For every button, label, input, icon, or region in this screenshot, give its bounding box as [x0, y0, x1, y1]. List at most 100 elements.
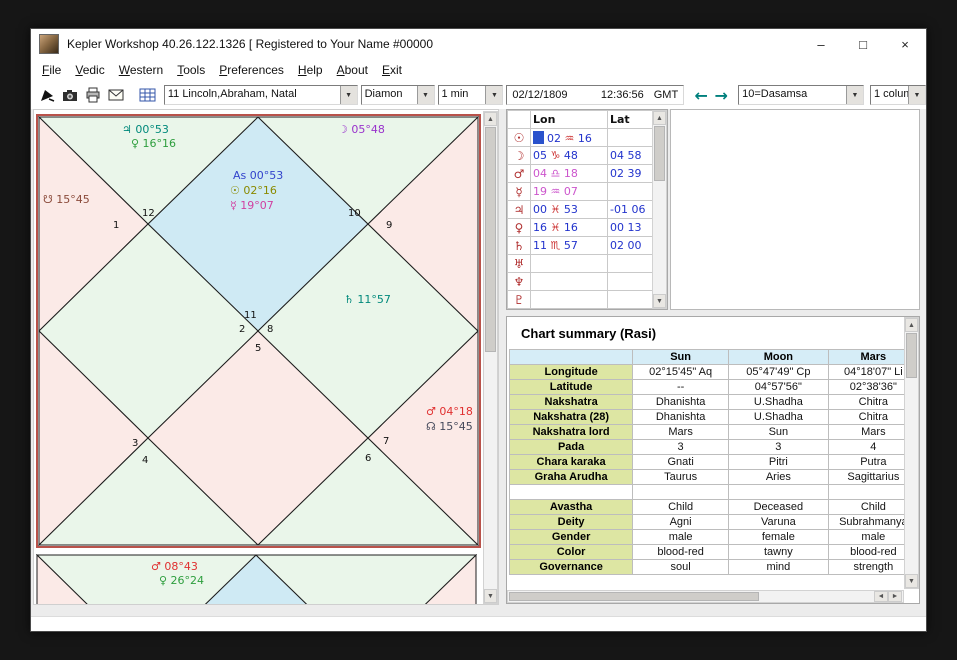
chevron-down-icon[interactable]: ▼ [846, 86, 863, 104]
window-controls: – □ × [800, 29, 926, 59]
grid-icon[interactable] [138, 85, 158, 105]
chevron-down-icon[interactable]: ▼ [340, 86, 357, 104]
planet-glyph[interactable]: ☿ [508, 183, 531, 201]
lat-cell[interactable] [608, 273, 655, 291]
summary-header-row: SunMoonMars [510, 350, 919, 365]
house-number: 7 [383, 436, 389, 447]
chevron-down-icon[interactable]: ▼ [485, 86, 502, 104]
print-icon[interactable] [83, 85, 103, 105]
summary-value: tawny [729, 545, 829, 560]
lon-cell[interactable]: 00 ♓ 53 [531, 201, 608, 219]
planet-glyph[interactable]: ☽ [508, 147, 531, 165]
lat-cell[interactable] [608, 255, 655, 273]
scroll-up-icon[interactable]: ▲ [905, 318, 918, 332]
summary-vscrollbar[interactable]: ▲ ▼ [904, 317, 919, 589]
menu-item-exit[interactable]: Exit [375, 61, 409, 79]
planet-table-scrollbar[interactable]: ▲ ▼ [652, 110, 667, 309]
scroll-thumb[interactable] [485, 127, 496, 352]
second-chart[interactable]: ♂ 08°43♀ 26°24 [36, 554, 477, 604]
main-chart[interactable]: ♃ 00°53♀ 16°16☽ 05°48As 00°53☉ 02°16☿ 19… [36, 114, 481, 548]
lon-cell[interactable]: 05 ♑ 48 [531, 147, 608, 165]
scroll-down-icon[interactable]: ▼ [905, 574, 918, 588]
date-value[interactable]: 02/12/1809 [512, 89, 567, 101]
email-icon[interactable] [106, 85, 126, 105]
menu-item-western[interactable]: Western [112, 61, 170, 79]
step-forward-button[interactable]: → [712, 86, 730, 105]
chevron-down-icon[interactable]: ▼ [908, 86, 925, 104]
planet-glyph[interactable]: ♆ [508, 273, 531, 291]
lat-cell[interactable] [608, 129, 655, 147]
summary-value: Deceased [729, 500, 829, 515]
step-back-button[interactable]: ← [692, 86, 710, 105]
chart-pane-scrollbar[interactable]: ▲ ▼ [483, 111, 498, 604]
summary-value: Aries [729, 470, 829, 485]
time-step-select[interactable]: 1 min ▼ [438, 85, 504, 105]
menu-item-tools[interactable]: Tools [170, 61, 212, 79]
scroll-thumb[interactable] [906, 333, 917, 378]
planet-glyph[interactable]: ☉ [508, 129, 531, 147]
planet-glyph[interactable]: ♂ [508, 165, 531, 183]
summary-hscrollbar[interactable]: ◄ ► [507, 590, 904, 603]
planet-glyph[interactable]: ♄ [508, 237, 531, 255]
lon-cell[interactable]: 02 ♒ 16 [531, 129, 608, 147]
scroll-down-icon[interactable]: ▼ [653, 294, 666, 308]
lon-cell[interactable]: 11 ♏ 57 [531, 237, 608, 255]
summary-row: NakshatraDhanishtaU.ShadhaChitra [510, 395, 919, 410]
lon-cell[interactable]: 04 ♎ 18 [531, 165, 608, 183]
summary-value: Pitri [729, 455, 829, 470]
menu-item-file[interactable]: File [35, 61, 68, 79]
menu-item-vedic[interactable]: Vedic [68, 61, 111, 79]
columns-value: 1 colum [871, 86, 908, 104]
summary-value: female [729, 530, 829, 545]
lat-cell[interactable]: 02 39 [608, 165, 655, 183]
summary-row: DeityAgniVarunaSubrahmanya [510, 515, 919, 530]
scroll-down-icon[interactable]: ▼ [484, 589, 497, 603]
close-button[interactable]: × [884, 29, 926, 59]
scroll-thumb[interactable] [654, 126, 665, 181]
lat-cell[interactable]: 02 00 [608, 237, 655, 255]
lon-cell[interactable] [531, 255, 608, 273]
lon-cell[interactable]: 16 ♓ 16 [531, 219, 608, 237]
summary-row: Nakshatra lordMarsSunMars [510, 425, 919, 440]
camera-icon[interactable] [60, 85, 80, 105]
columns-select[interactable]: 1 colum ▼ [870, 85, 926, 105]
planet-glyph[interactable]: ♅ [508, 255, 531, 273]
chart-style-select[interactable]: Diamon ▼ [361, 85, 435, 105]
chart-select[interactable]: 11 Lincoln,Abraham, Natal ▼ [164, 85, 358, 105]
selected-cell-highlight [533, 131, 544, 144]
planet-glyph[interactable]: ♃ [508, 201, 531, 219]
scroll-up-icon[interactable]: ▲ [484, 112, 497, 126]
scroll-thumb[interactable] [509, 592, 759, 601]
lat-cell[interactable] [608, 291, 655, 309]
chart-summary-pane: Chart summary (Rasi) SunMoonMars Longitu… [506, 316, 920, 604]
lon-cell[interactable]: 19 ♒ 07 [531, 183, 608, 201]
lon-cell[interactable] [531, 291, 608, 309]
timezone-label: GMT [654, 89, 678, 101]
lat-cell[interactable] [608, 183, 655, 201]
scroll-left-icon[interactable]: ◄ [874, 591, 888, 602]
datetime-field[interactable]: 02/12/1809 12:36:56 GMT [506, 85, 684, 105]
menu-item-preferences[interactable]: Preferences [212, 61, 291, 79]
menu-item-about[interactable]: About [330, 61, 375, 79]
summary-row: Longitude02°15'45" Aq05°47'49" Cp04°18'0… [510, 365, 919, 380]
lat-cell[interactable]: -01 06 [608, 201, 655, 219]
scroll-up-icon[interactable]: ▲ [653, 111, 666, 125]
minimize-button[interactable]: – [800, 29, 842, 59]
summary-row: AvasthaChildDeceasedChild [510, 500, 919, 515]
chevron-down-icon[interactable]: ▼ [417, 86, 434, 104]
pen-icon[interactable] [37, 85, 57, 105]
time-step-value: 1 min [439, 86, 486, 104]
planet-glyph[interactable]: ♀ [508, 219, 531, 237]
menu-item-help[interactable]: Help [291, 61, 330, 79]
lat-cell[interactable]: 04 58 [608, 147, 655, 165]
lon-cell[interactable] [531, 273, 608, 291]
toolbar: 11 Lincoln,Abraham, Natal ▼ Diamon ▼ 1 m… [31, 81, 926, 110]
summary-row-label: Latitude [510, 380, 633, 395]
planet-glyph[interactable]: ♇ [508, 291, 531, 309]
lat-cell[interactable]: 00 13 [608, 219, 655, 237]
varga-select[interactable]: 10=Dasamsa ▼ [738, 85, 864, 105]
main-chart-overlay: ♃ 00°53♀ 16°16☽ 05°48As 00°53☉ 02°16☿ 19… [38, 116, 479, 546]
maximize-button[interactable]: □ [842, 29, 884, 59]
scroll-right-icon[interactable]: ► [888, 591, 902, 602]
time-value[interactable]: 12:36:56 [601, 89, 644, 101]
